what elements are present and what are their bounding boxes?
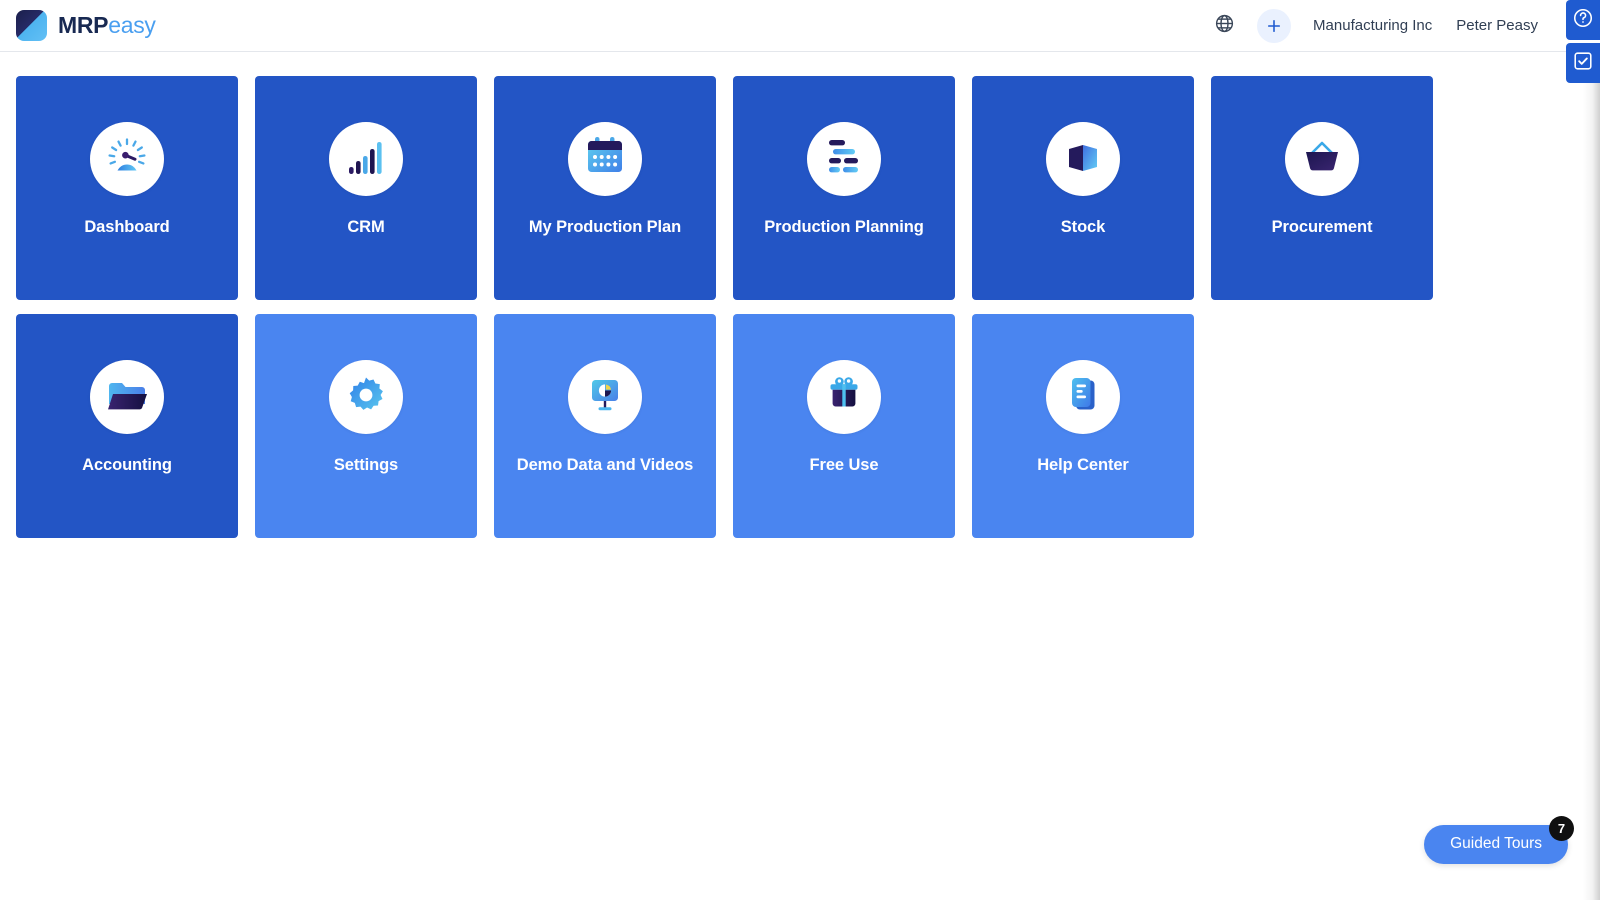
tile-icon-wrapper bbox=[807, 122, 881, 196]
brand-name-primary: MRP bbox=[58, 12, 108, 39]
tile-label: Accounting bbox=[82, 456, 172, 475]
tile-procurement[interactable]: Procurement bbox=[1211, 76, 1433, 300]
tile-icon-wrapper bbox=[1285, 122, 1359, 196]
gauge-icon bbox=[103, 133, 151, 186]
brand-name-secondary: easy bbox=[108, 12, 155, 39]
globe-icon bbox=[1214, 13, 1235, 39]
tile-label: Help Center bbox=[1037, 456, 1129, 475]
guided-tours-widget: Guided Tours 7 bbox=[1424, 825, 1568, 864]
tile-icon-wrapper bbox=[329, 122, 403, 196]
brand-logo[interactable]: MRPeasy bbox=[16, 10, 156, 41]
question-circle-icon bbox=[1572, 7, 1594, 34]
tile-icon-wrapper bbox=[807, 360, 881, 434]
folder-icon bbox=[104, 375, 150, 420]
bar-chart-icon bbox=[346, 137, 386, 182]
plus-icon bbox=[1265, 17, 1283, 35]
tile-label: Procurement bbox=[1272, 218, 1373, 237]
tile-label: CRM bbox=[347, 218, 384, 237]
add-button[interactable] bbox=[1257, 9, 1291, 43]
tile-icon-wrapper bbox=[90, 122, 164, 196]
tile-settings[interactable]: Settings bbox=[255, 314, 477, 538]
tile-crm[interactable]: CRM bbox=[255, 76, 477, 300]
gantt-icon bbox=[822, 137, 866, 182]
tile-label: Demo Data and Videos bbox=[517, 456, 694, 475]
tile-icon-wrapper bbox=[329, 360, 403, 434]
tile-my-production-plan[interactable]: My Production Plan bbox=[494, 76, 716, 300]
company-name[interactable]: Manufacturing Inc bbox=[1313, 17, 1432, 34]
mrpeasy-logo-icon bbox=[16, 10, 47, 41]
edge-button-stack bbox=[1566, 0, 1600, 83]
tile-production-planning[interactable]: Production Planning bbox=[733, 76, 955, 300]
tile-label: Free Use bbox=[810, 456, 879, 475]
tile-label: Settings bbox=[334, 456, 398, 475]
tile-help-center[interactable]: Help Center bbox=[972, 314, 1194, 538]
tile-icon-wrapper bbox=[568, 122, 642, 196]
tile-demo-data-and-videos[interactable]: Demo Data and Videos bbox=[494, 314, 716, 538]
presentation-icon bbox=[583, 374, 627, 421]
tile-accounting[interactable]: Accounting bbox=[16, 314, 238, 538]
brand-text: MRPeasy bbox=[58, 12, 156, 39]
tile-icon-wrapper bbox=[90, 360, 164, 434]
gear-icon bbox=[345, 374, 387, 421]
tile-free-use[interactable]: Free Use bbox=[733, 314, 955, 538]
tasks-button[interactable] bbox=[1566, 43, 1600, 83]
guided-tours-button[interactable]: Guided Tours bbox=[1424, 825, 1568, 864]
tile-label: Dashboard bbox=[84, 218, 169, 237]
tile-icon-wrapper bbox=[568, 360, 642, 434]
vertical-scrollbar[interactable] bbox=[1583, 52, 1600, 900]
tile-icon-wrapper bbox=[1046, 360, 1120, 434]
header-actions: Manufacturing Inc Peter Peasy bbox=[1201, 0, 1600, 52]
tile-label: Stock bbox=[1061, 218, 1105, 237]
guided-tours-badge: 7 bbox=[1549, 816, 1574, 841]
tile-label: My Production Plan bbox=[529, 218, 681, 237]
tile-label: Production Planning bbox=[764, 218, 923, 237]
open-book-icon bbox=[1063, 137, 1103, 182]
top-header: MRPeasy Manufacturin bbox=[0, 0, 1600, 52]
language-button[interactable] bbox=[1207, 9, 1241, 43]
tile-icon-wrapper bbox=[1046, 122, 1120, 196]
help-button[interactable] bbox=[1566, 0, 1600, 40]
tile-dashboard[interactable]: Dashboard bbox=[16, 76, 238, 300]
module-tile-grid: Dashboard CRM bbox=[16, 76, 1433, 538]
document-icon bbox=[1063, 374, 1103, 421]
user-name[interactable]: Peter Peasy bbox=[1456, 17, 1538, 34]
basket-icon bbox=[1300, 137, 1344, 182]
calendar-icon bbox=[583, 135, 627, 184]
tile-stock[interactable]: Stock bbox=[972, 76, 1194, 300]
gift-icon bbox=[824, 374, 864, 421]
checkbox-icon bbox=[1572, 50, 1594, 77]
